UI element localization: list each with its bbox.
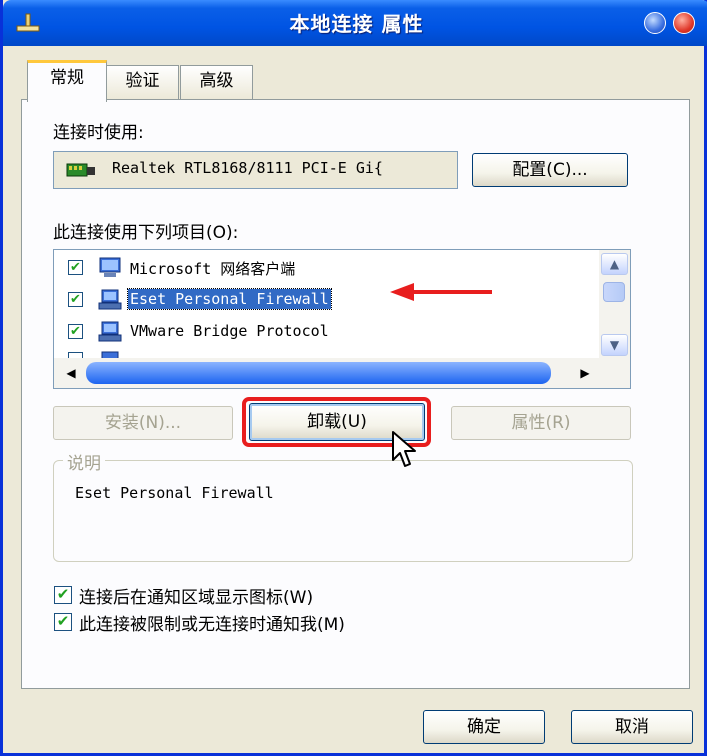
item-checkbox[interactable]: ✔ <box>68 324 83 339</box>
red-arrow-annotation <box>390 283 492 301</box>
list-item-label: VMware Bridge Protocol <box>130 322 329 340</box>
list-item-label: Eset Personal Firewall <box>127 288 332 310</box>
network-service-icon <box>98 289 122 310</box>
description-text: Eset Personal Firewall <box>75 484 274 502</box>
scroll-down-arrow-icon[interactable]: ▼ <box>601 334 628 356</box>
cancel-button-label: 取消 <box>615 717 649 737</box>
cancel-button[interactable]: 取消 <box>571 710 693 744</box>
list-item-partial[interactable] <box>54 348 599 358</box>
list-item-selected[interactable]: ✔ Eset Personal Firewall <box>54 284 599 316</box>
description-title: 说明 <box>63 449 105 474</box>
ok-button-label: 确定 <box>467 717 501 737</box>
vertical-scroll-thumb[interactable] <box>603 282 625 302</box>
install-button-label: 安装(N)... <box>104 413 182 433</box>
properties-button-label: 属性(R) <box>511 413 571 433</box>
list-item-label: Microsoft 网络客户端 <box>130 260 296 278</box>
item-checkbox[interactable]: ✔ <box>68 292 83 307</box>
mouse-pointer-icon <box>392 431 416 467</box>
items-label: 此连接使用下列项目(O): <box>53 223 239 243</box>
notify-checkbox[interactable]: ✔ <box>54 613 72 631</box>
ok-button[interactable]: 确定 <box>423 710 545 744</box>
network-protocol-icon <box>101 351 119 358</box>
network-protocol-icon <box>98 321 122 342</box>
notify-label: 此连接被限制或无连接时通知我(M) <box>79 615 345 635</box>
network-adapter-icon <box>66 163 95 177</box>
vertical-scrollbar[interactable]: ▲ ▼ <box>599 250 630 358</box>
network-client-icon <box>99 257 121 277</box>
install-button[interactable]: 安装(N)... <box>53 406 233 440</box>
configure-button-label: 配置(C)... <box>512 160 588 180</box>
connect-using-label: 连接时使用: <box>53 123 144 143</box>
horizontal-scrollbar[interactable]: ◀ ▶ <box>54 358 630 388</box>
scroll-left-arrow-icon[interactable]: ◀ <box>60 362 82 384</box>
configure-button[interactable]: 配置(C)... <box>472 153 628 187</box>
components-list[interactable]: ✔ Microsoft 网络客户端 ✔ Eset Personal Firewa… <box>53 249 631 389</box>
adapter-name: Realtek RTL8168/8111 PCI-E Gi{ <box>112 159 383 177</box>
properties-window: 本地连接 属性 常规 验证 高级 连接时使用: Realtek RTL8168/… <box>0 0 707 756</box>
adapter-field: Realtek RTL8168/8111 PCI-E Gi{ <box>53 151 458 189</box>
list-item[interactable]: ✔ Microsoft 网络客户端 <box>54 252 599 284</box>
item-checkbox[interactable]: ✔ <box>68 260 83 275</box>
scroll-right-arrow-icon[interactable]: ▶ <box>574 362 596 384</box>
properties-button[interactable]: 属性(R) <box>451 406 631 440</box>
show-icon-label: 连接后在通知区域显示图标(W) <box>79 588 314 608</box>
horizontal-scroll-thumb[interactable] <box>86 362 551 384</box>
list-item[interactable]: ✔ VMware Bridge Protocol <box>54 316 599 348</box>
scroll-up-arrow-icon[interactable]: ▲ <box>601 253 628 275</box>
show-icon-checkbox[interactable]: ✔ <box>54 586 72 604</box>
description-group <box>53 460 633 562</box>
